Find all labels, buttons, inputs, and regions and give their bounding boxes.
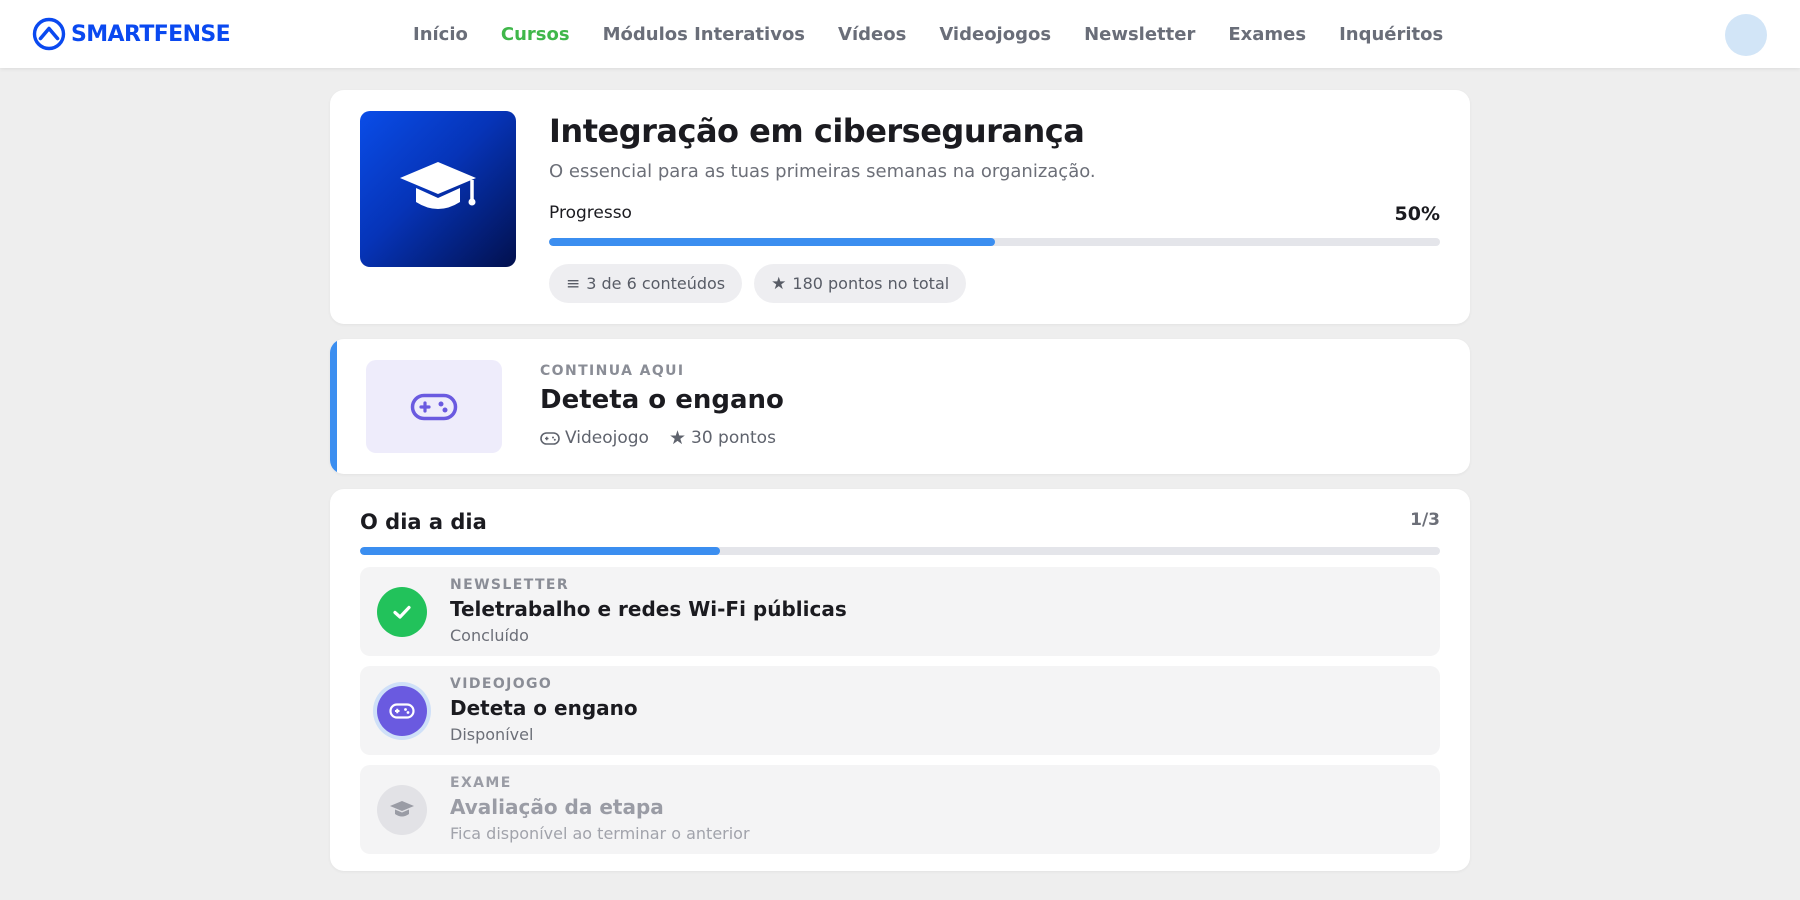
graduation-cap-icon	[390, 801, 414, 817]
locked-status-icon	[377, 785, 427, 835]
item-type: NEWSLETTER	[450, 577, 570, 593]
gamepad-icon	[410, 393, 458, 420]
gamepad-icon	[540, 431, 560, 445]
course-thumbnail	[360, 111, 516, 267]
total-points-chip: ★ 180 pontos no total	[754, 264, 967, 303]
item-status: Disponível	[450, 725, 534, 744]
nav-item-videojogos[interactable]: Videojogos	[939, 24, 1051, 45]
graduation-cap-icon	[400, 162, 476, 209]
brand-logo-link[interactable]: SMARTFENSE	[32, 17, 231, 51]
star-icon: ★	[668, 427, 686, 449]
brand-name: SMARTFENSE	[71, 21, 231, 47]
available-status-icon	[377, 686, 427, 736]
continue-accent-bar	[330, 339, 337, 474]
item-title: Avaliação da etapa	[450, 795, 664, 819]
nav-item-videos[interactable]: Vídeos	[838, 24, 906, 45]
stage-title: O dia a dia	[360, 510, 487, 534]
progress-label: Progresso	[549, 203, 632, 223]
continue-type: Videojogo	[540, 427, 649, 449]
completed-status-icon	[377, 587, 427, 637]
smartfense-logo-icon	[32, 17, 66, 51]
continue-here-card[interactable]: CONTINUA AQUI Deteta o engano Videojogo …	[330, 339, 1470, 474]
star-icon: ★	[771, 273, 787, 294]
stage-card: O dia a dia 1/3 NEWSLETTER Teletrabalho …	[330, 489, 1470, 871]
item-title: Teletrabalho e redes Wi-Fi públicas	[450, 597, 847, 621]
stage-progress-bar	[360, 547, 1440, 555]
continue-thumbnail	[366, 360, 502, 453]
continue-points: ★ 30 pontos	[669, 427, 776, 449]
stage-progress-fill	[360, 547, 720, 555]
stage-item-videogame[interactable]: VIDEOJOGO Deteta o engano Disponível	[360, 666, 1440, 755]
top-navigation-bar: SMARTFENSE Início Cursos Módulos Interat…	[0, 0, 1800, 68]
nav-item-cursos[interactable]: Cursos	[501, 24, 570, 45]
item-title: Deteta o engano	[450, 696, 638, 720]
item-type: EXAME	[450, 775, 512, 791]
progress-percentage: 50%	[1394, 203, 1440, 225]
nav-item-newsletter[interactable]: Newsletter	[1084, 24, 1195, 45]
course-title: Integração em cibersegurança	[549, 112, 1085, 150]
continue-meta: Videojogo ★ 30 pontos	[540, 427, 776, 449]
nav-item-inqueritos[interactable]: Inquéritos	[1339, 24, 1443, 45]
stage-item-exam: EXAME Avaliação da etapa Fica disponível…	[360, 765, 1440, 854]
course-subtitle: O essencial para as tuas primeiras seman…	[549, 161, 1096, 182]
item-status: Concluído	[450, 626, 529, 645]
main-nav: Início Cursos Módulos Interativos Vídeos…	[413, 0, 1443, 68]
continue-type-label: Videojogo	[565, 428, 649, 448]
nav-item-exames[interactable]: Exames	[1228, 24, 1306, 45]
gamepad-icon	[389, 703, 415, 719]
stage-progress-count: 1/3	[1410, 510, 1440, 530]
stage-item-newsletter[interactable]: NEWSLETTER Teletrabalho e redes Wi-Fi pú…	[360, 567, 1440, 656]
contents-count-chip: ≡ 3 de 6 conteúdos	[549, 264, 743, 303]
item-type: VIDEOJOGO	[450, 676, 553, 692]
continue-title: Deteta o engano	[540, 385, 784, 415]
list-icon: ≡	[566, 273, 581, 294]
contents-count-text: 3 de 6 conteúdos	[586, 274, 726, 293]
user-avatar[interactable]	[1725, 14, 1767, 56]
item-status: Fica disponível ao terminar o anterior	[450, 824, 750, 843]
nav-item-inicio[interactable]: Início	[413, 24, 468, 45]
course-stats: ≡ 3 de 6 conteúdos ★ 180 pontos no total	[549, 264, 967, 303]
course-progress-fill	[549, 238, 995, 246]
course-progress-bar	[549, 238, 1440, 246]
nav-item-modulos-interativos[interactable]: Módulos Interativos	[603, 24, 805, 45]
course-header-card: Integração em cibersegurança O essencial…	[330, 90, 1470, 324]
continue-eyebrow: CONTINUA AQUI	[540, 363, 685, 379]
total-points-text: 180 pontos no total	[792, 274, 950, 293]
check-icon	[393, 605, 411, 619]
continue-points-label: 30 pontos	[691, 428, 776, 448]
